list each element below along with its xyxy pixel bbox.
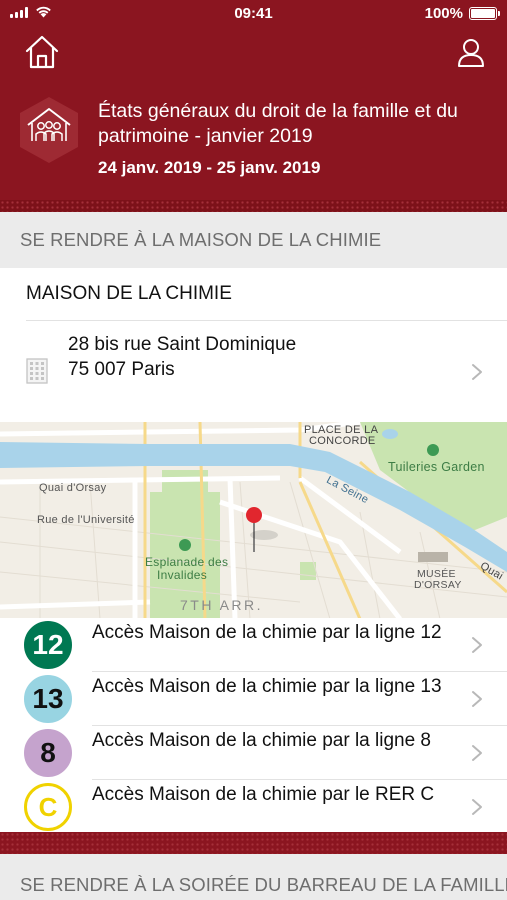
- battery-icon: [469, 7, 500, 20]
- transit-row-ligne-12[interactable]: 12 Accès Maison de la chimie par la lign…: [0, 618, 507, 672]
- map-label-arrondissement: 7TH ARR.: [180, 597, 264, 613]
- transit-label: Accès Maison de la chimie par la ligne 1…: [92, 622, 442, 643]
- metro-13-badge: 13: [24, 675, 72, 723]
- transit-label: Accès Maison de la chimie par le RER C: [92, 784, 435, 805]
- metro-8-badge: 8: [24, 729, 72, 777]
- metro-12-badge: 12: [24, 621, 72, 669]
- map-label-esplanade-2: Invalides: [157, 568, 208, 582]
- chevron-right-icon: [472, 691, 482, 707]
- address-city: 75 007 Paris: [68, 359, 175, 380]
- divider: [26, 320, 507, 321]
- chevron-right-icon: [472, 637, 482, 653]
- map-label-tuileries: Tuileries Garden: [388, 460, 485, 474]
- transit-row-rer-c[interactable]: C Accès Maison de la chimie par le RER C: [0, 780, 507, 834]
- map-label-rue-universite: Rue de l'Université: [37, 514, 135, 526]
- map-label-concorde-2: CONCORDE: [309, 435, 376, 447]
- map-label-esplanade-1: Esplanade des: [145, 555, 229, 569]
- transit-row-ligne-13[interactable]: 13 Accès Maison de la chimie par la lign…: [0, 672, 507, 726]
- battery-percent: 100%: [424, 5, 463, 22]
- map-label-musee-2: D'ORSAY: [414, 579, 462, 591]
- building-icon: [26, 358, 48, 384]
- map-label-quai-orsay: Quai d'Orsay: [39, 482, 107, 494]
- profile-icon[interactable]: [457, 38, 485, 68]
- chevron-right-icon: [472, 799, 482, 815]
- rer-c-badge: C: [24, 783, 72, 831]
- transit-label: Accès Maison de la chimie par la ligne 8: [92, 730, 432, 751]
- venue-name: MAISON DE LA CHIMIE: [26, 283, 232, 304]
- event-title: États généraux du droit de la famille et…: [98, 100, 458, 147]
- home-icon[interactable]: [24, 34, 60, 70]
- header-pattern-band: [0, 200, 507, 212]
- venue-map[interactable]: PLACE DE LA CONCORDE Tuileries Garden La…: [0, 422, 507, 619]
- status-bar: 09:41 100%: [0, 0, 507, 28]
- family-group-icon: [20, 97, 78, 163]
- transit-label: Accès Maison de la chimie par la ligne 1…: [92, 676, 442, 697]
- chevron-right-icon: [472, 364, 482, 380]
- chevron-right-icon: [472, 745, 482, 761]
- section-header-soiree-barreau: SE RENDRE À LA SOIRÉE DU BARREAU DE LA F…: [0, 854, 507, 900]
- address-row[interactable]: 28 bis rue Saint Dominique 75 007 Paris: [0, 322, 507, 420]
- address-street: 28 bis rue Saint Dominique: [68, 334, 297, 355]
- transit-row-ligne-8[interactable]: 8 Accès Maison de la chimie par la ligne…: [0, 726, 507, 780]
- footer-pattern-band: [0, 832, 507, 854]
- event-dates: 24 janv. 2019 - 25 janv. 2019: [98, 158, 321, 177]
- app-header: 09:41 100% États généraux du droit de la…: [0, 0, 507, 200]
- section-header-maison-chimie: SE RENDRE À LA MAISON DE LA CHIMIE: [0, 212, 507, 268]
